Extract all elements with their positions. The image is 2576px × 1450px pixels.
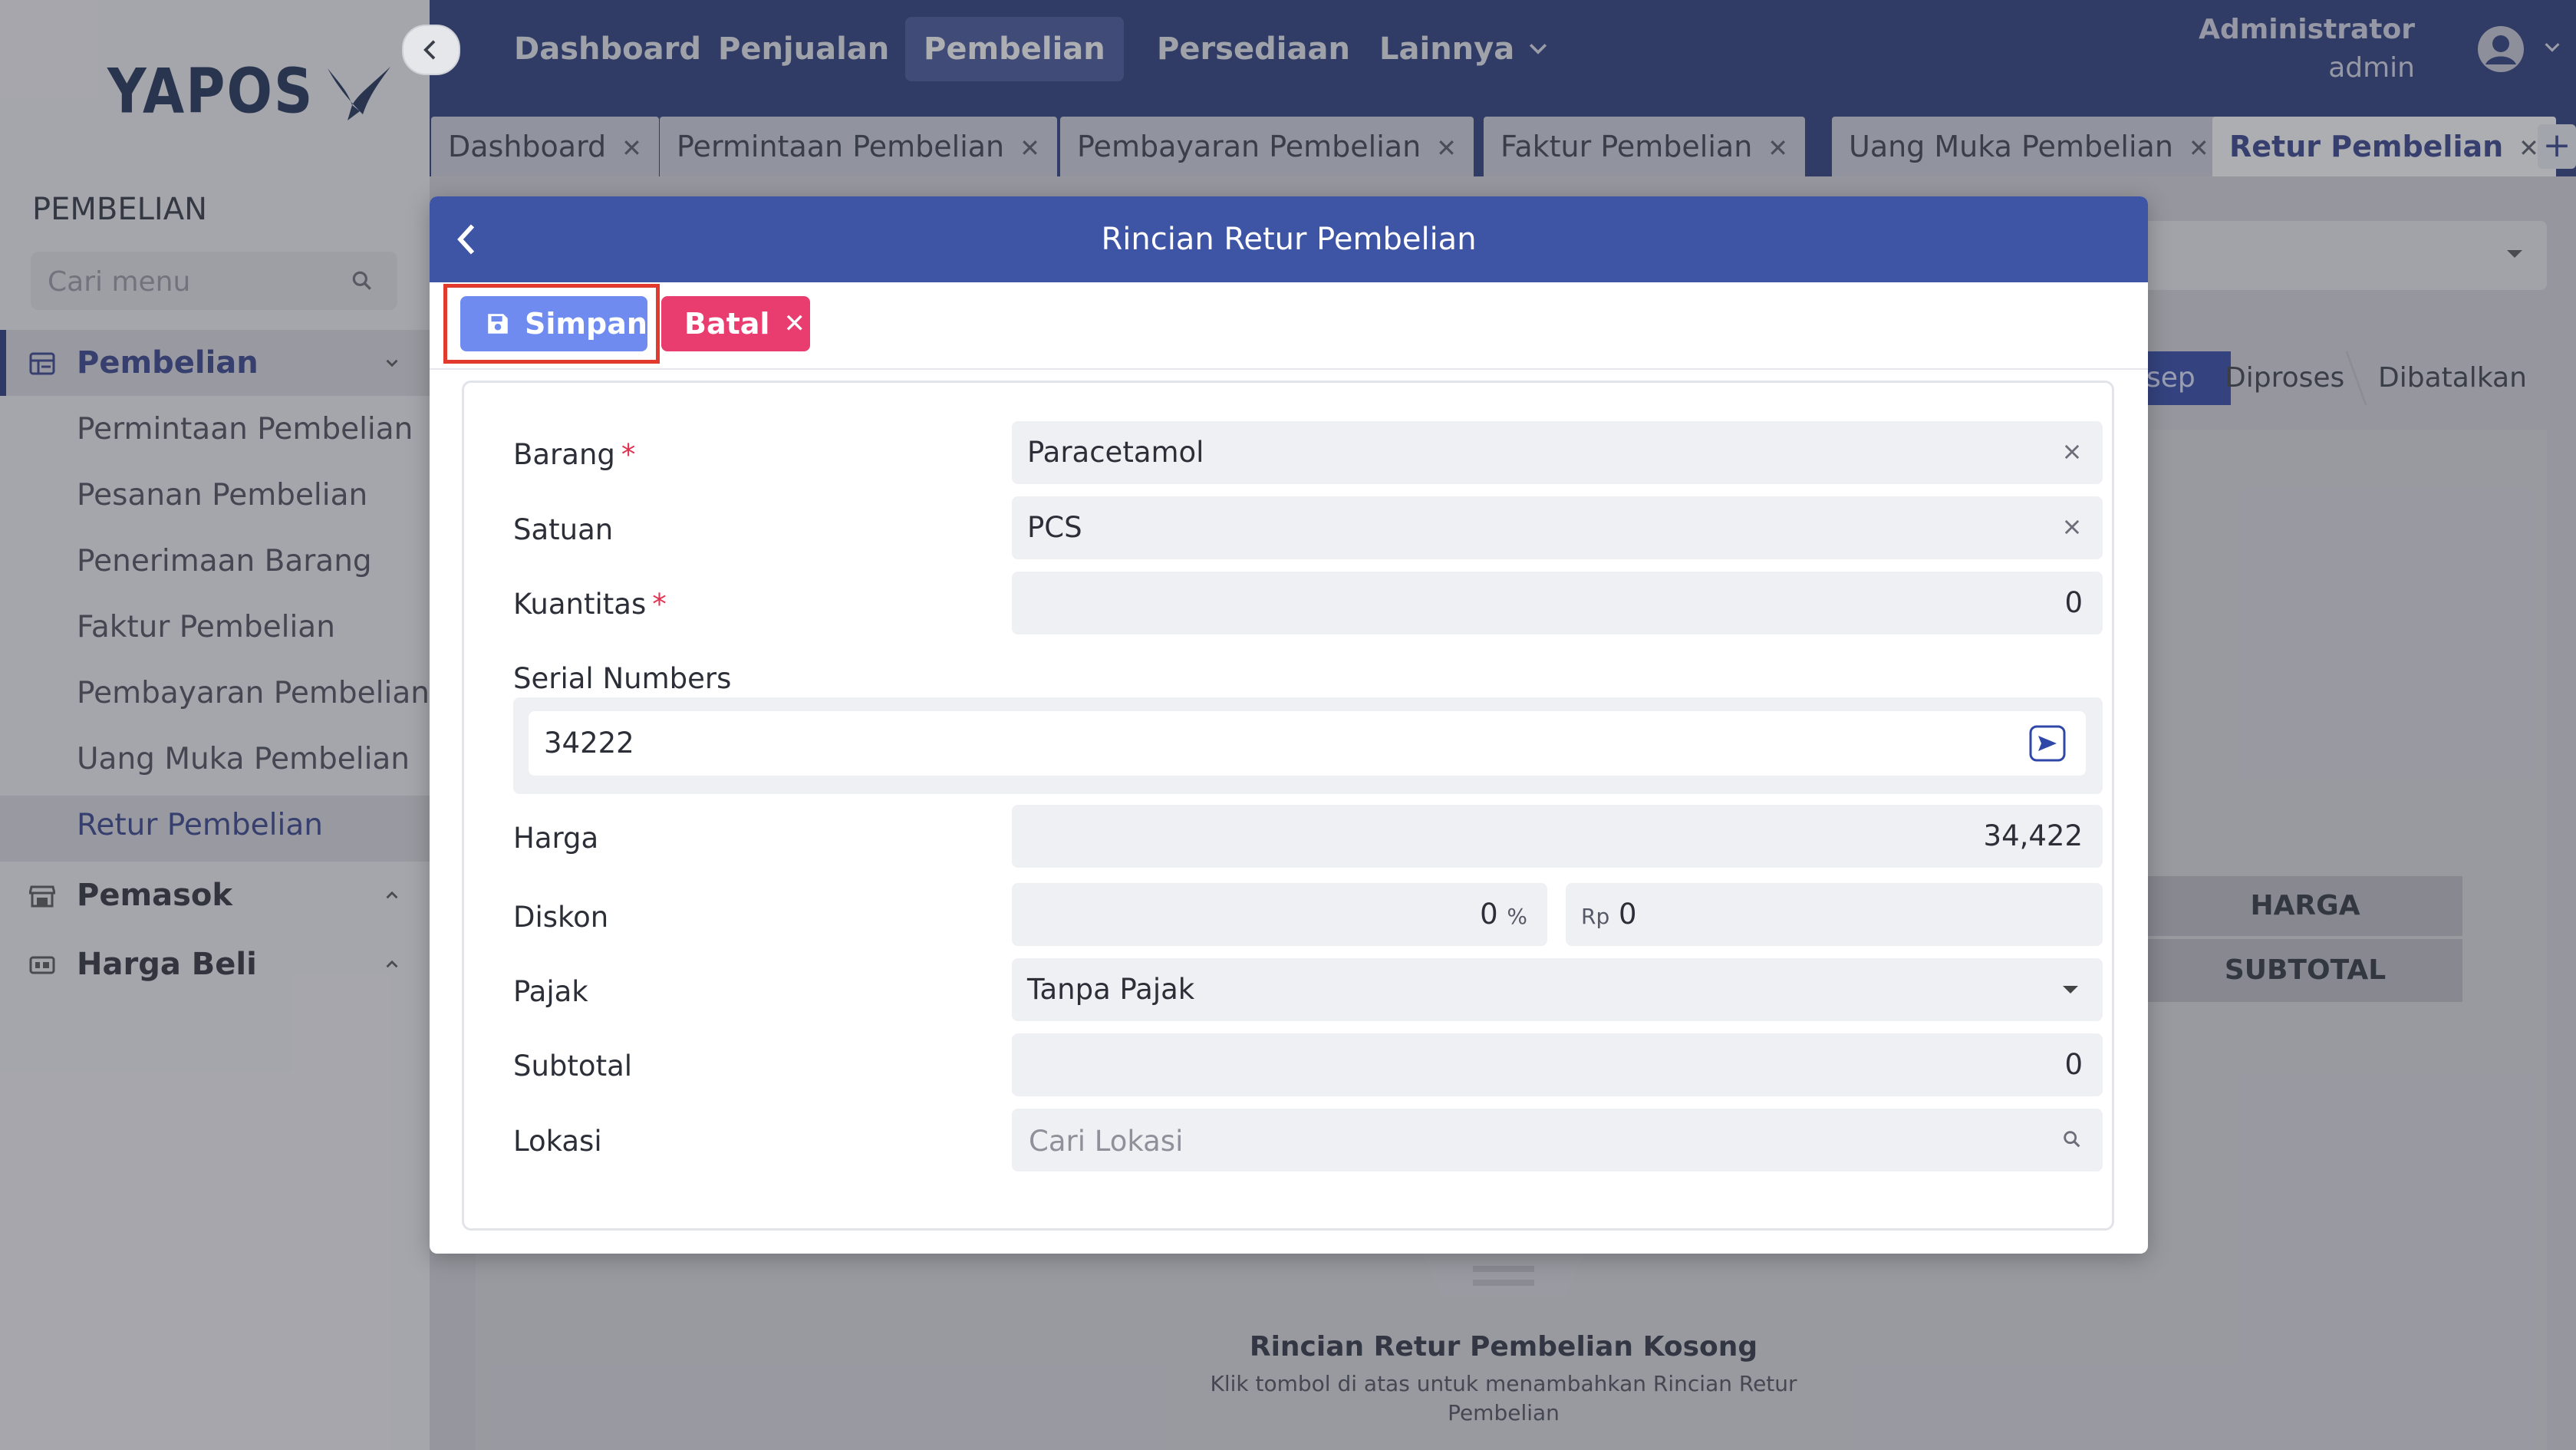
percent-suffix: % — [1507, 904, 1527, 929]
diskon-amount-field[interactable]: Rp 0 — [1566, 883, 2103, 946]
close-icon: ✕ — [783, 308, 805, 339]
chevron-left-icon — [423, 40, 436, 60]
serial-number-value: 34222 — [544, 727, 634, 760]
send-icon[interactable] — [2029, 725, 2066, 762]
label-satuan: Satuan — [513, 513, 614, 546]
serial-numbers-box: 34222 — [513, 697, 2103, 794]
label-pajak: Pajak — [513, 975, 588, 1008]
cancel-button[interactable]: Batal ✕ — [661, 296, 810, 351]
diskon-percent-field[interactable]: 0 % — [1012, 883, 1547, 946]
harga-field[interactable]: 34,422 — [1012, 805, 2103, 868]
kuantitas-field[interactable]: 0 — [1012, 572, 2103, 634]
back-arrow-icon[interactable] — [454, 221, 479, 258]
label-diskon: Diskon — [513, 901, 609, 934]
serial-number-input[interactable]: 34222 — [529, 711, 2086, 776]
label-harga: Harga — [513, 822, 599, 855]
lokasi-field[interactable] — [1012, 1109, 2103, 1173]
save-button[interactable]: Simpan — [460, 296, 647, 351]
currency-prefix: Rp — [1581, 904, 1610, 929]
harga-value: 34,422 — [1983, 819, 2083, 852]
pajak-select[interactable]: Tanpa Pajak — [1012, 958, 2103, 1021]
form-card: Barang * Paracetamol Satuan PCS Kuantitas… — [462, 381, 2114, 1231]
pajak-value: Tanpa Pajak — [1027, 973, 1195, 1006]
diskon-percent-value: 0 % — [1480, 898, 1527, 931]
save-label: Simpan — [525, 307, 647, 341]
search-icon — [2064, 1131, 2080, 1148]
detail-modal: Rincian Retur Pembelian Simpan Batal ✕ B… — [430, 196, 2148, 1254]
sidebar-collapse-button[interactable] — [402, 25, 460, 75]
caret-down-icon — [2063, 986, 2078, 994]
barang-value: Paracetamol — [1027, 436, 1204, 469]
cancel-label: Batal — [684, 307, 770, 341]
label-serial-numbers: Serial Numbers — [513, 662, 732, 695]
save-icon — [488, 314, 508, 334]
subtotal-field: 0 — [1012, 1033, 2103, 1096]
label-lokasi: Lokasi — [513, 1125, 602, 1158]
satuan-field[interactable]: PCS — [1012, 496, 2103, 559]
clear-icon[interactable] — [2061, 441, 2083, 463]
modal-title: Rincian Retur Pembelian — [1101, 222, 1477, 257]
subtotal-value: 0 — [2064, 1048, 2083, 1081]
label-subtotal: Subtotal — [513, 1050, 633, 1083]
barang-field[interactable]: Paracetamol — [1012, 421, 2103, 484]
kuantitas-value: 0 — [2064, 586, 2083, 619]
clear-icon[interactable] — [2061, 516, 2083, 538]
modal-toolbar: Simpan Batal ✕ — [430, 282, 2148, 370]
lokasi-search-input[interactable] — [1027, 1109, 2043, 1173]
modal-header: Rincian Retur Pembelian — [430, 196, 2148, 282]
label-barang: Barang * — [513, 438, 636, 471]
label-kuantitas: Kuantitas * — [513, 588, 667, 621]
diskon-amount-value: Rp 0 — [1581, 898, 1637, 931]
satuan-value: PCS — [1027, 511, 1082, 544]
